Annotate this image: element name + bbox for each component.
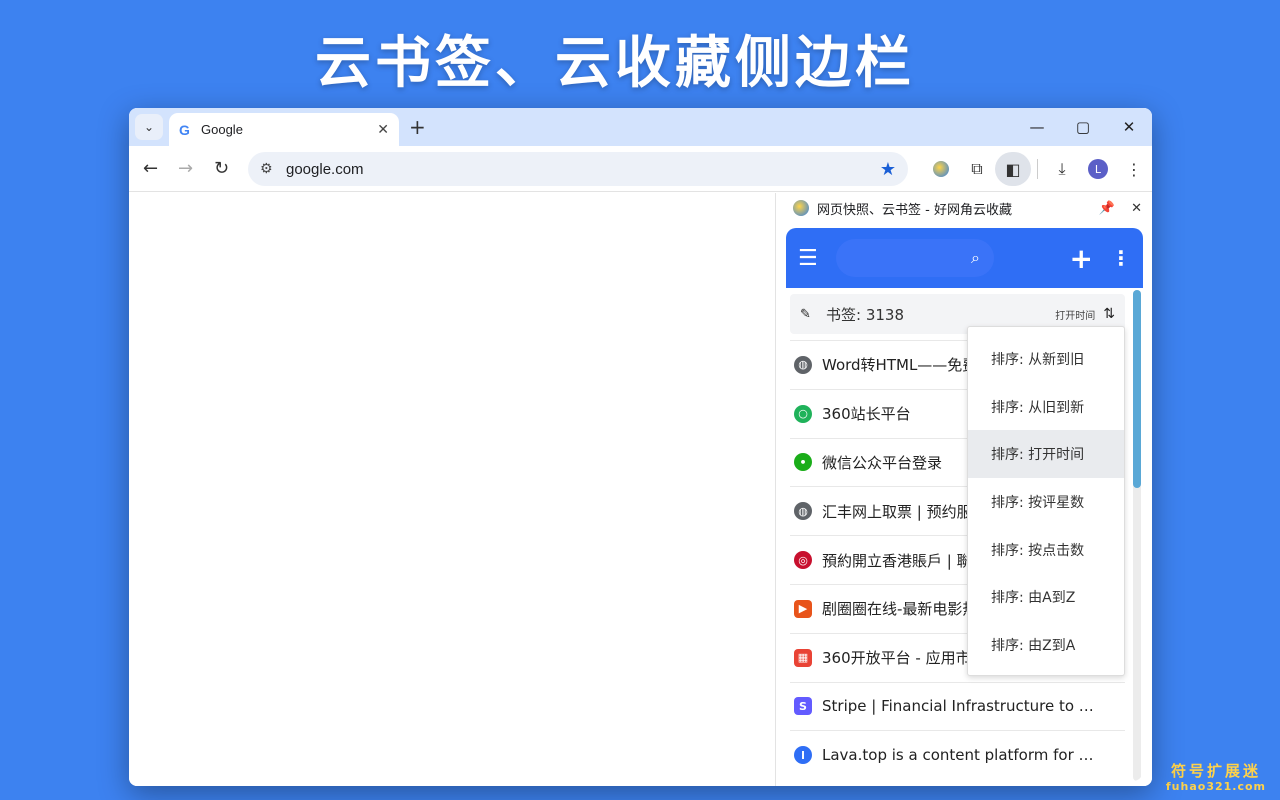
close-panel-icon[interactable]: ✕ xyxy=(1131,201,1142,216)
search-icon: ⌕ xyxy=(971,248,980,267)
extension-panel: ☰ ⌕ + ⋮ ✎ 书签: 3138 打开时间 ⇅ ◍ Word转HTML——免费… xyxy=(786,228,1143,781)
reload-icon[interactable]: ↻ xyxy=(214,158,229,179)
sort-menu-item[interactable]: 排序: 由A到Z xyxy=(968,573,1124,621)
window-controls: — ▢ ✕ xyxy=(1014,108,1152,146)
pin-icon[interactable]: 📌 xyxy=(1099,201,1115,216)
extension-topbar: ☰ ⌕ + ⋮ xyxy=(786,228,1143,288)
address-bar[interactable]: ⚙ google.com ★ xyxy=(248,152,908,186)
hamburger-menu-icon[interactable]: ☰ xyxy=(798,246,834,271)
sort-icon[interactable]: ⇅ xyxy=(1103,306,1115,322)
tab-search-button[interactable]: ⌄ xyxy=(135,114,163,140)
browser-window: ⌄ G Google ✕ + — ▢ ✕ ← → ↻ ⚙ google.com … xyxy=(129,108,1152,786)
toolbar-divider xyxy=(1037,159,1038,179)
stripe-icon: S xyxy=(794,697,812,716)
toolbar: ← → ↻ ⚙ google.com ★ ⧉ ◧ ⤓ L ⋮ xyxy=(129,146,1152,192)
google-icon: G xyxy=(179,121,190,138)
page-content-blank xyxy=(129,193,776,786)
maximize-button[interactable]: ▢ xyxy=(1060,108,1106,146)
close-window-button[interactable]: ✕ xyxy=(1106,108,1152,146)
tab-bar: ⌄ G Google ✕ + — ▢ ✕ xyxy=(129,108,1152,146)
sort-menu-item[interactable]: 排序: 由Z到A xyxy=(968,621,1124,669)
watermark-en: fuhao321.com xyxy=(1165,780,1266,793)
wechat-icon: • xyxy=(794,453,812,472)
sort-menu-item[interactable]: 排序: 从新到旧 xyxy=(968,335,1124,383)
menu-more-icon[interactable]: ⋮ xyxy=(1116,152,1152,186)
page-headline: 云书签、云收藏侧边栏 xyxy=(315,31,915,96)
sort-menu-item[interactable]: 排序: 按点击数 xyxy=(968,526,1124,574)
address-text[interactable]: google.com xyxy=(286,161,880,178)
360-icon: ○ xyxy=(794,404,812,423)
download-icon[interactable]: ⤓ xyxy=(1044,152,1080,186)
bookmark-item[interactable]: S Stripe | Financial Infrastructure to Gr… xyxy=(790,681,1125,731)
bookmark-title: Lava.top is a content platform for all c… xyxy=(822,746,1102,765)
close-tab-icon[interactable]: ✕ xyxy=(377,122,389,138)
minimize-button[interactable]: — xyxy=(1014,108,1060,146)
forward-arrow-icon[interactable]: → xyxy=(178,158,193,179)
edit-icon[interactable]: ✎ xyxy=(800,307,826,322)
bookmark-list-area: ✎ 书签: 3138 打开时间 ⇅ ◍ Word转HTML——免费 ○ 360站长平台… xyxy=(786,288,1143,781)
back-arrow-icon[interactable]: ← xyxy=(143,158,158,179)
bookmark-item[interactable]: l Lava.top is a content platform for all … xyxy=(790,730,1125,779)
side-panel: 网页快照、云书签 - 好网角云收藏 📌 ✕ ☰ ⌕ + ⋮ ✎ 书签: 3138… xyxy=(777,193,1152,786)
search-input[interactable]: ⌕ xyxy=(836,239,994,277)
side-panel-title: 网页快照、云书签 - 好网角云收藏 xyxy=(817,202,1012,218)
add-bookmark-button[interactable]: + xyxy=(1070,242,1093,275)
toolbar-icons: ⧉ ◧ ⤓ L ⋮ xyxy=(923,152,1152,186)
bookmark-count: 书签: 3138 xyxy=(826,305,904,324)
watermark: 符号扩展迷 fuhao321.com xyxy=(1165,762,1266,793)
bookmark-star-icon[interactable]: ★ xyxy=(880,159,896,180)
extensions-puzzle-icon[interactable]: ⧉ xyxy=(959,152,995,186)
sort-menu: 排序: 从新到旧 排序: 从旧到新 排序: 打开时间 排序: 按评星数 排序: 按点击数… xyxy=(967,326,1125,676)
profile-avatar[interactable]: L xyxy=(1080,152,1116,186)
extension-globe-icon[interactable] xyxy=(923,152,959,186)
globe-icon: ◍ xyxy=(794,502,812,521)
side-panel-icon[interactable]: ◧ xyxy=(995,152,1031,186)
scrollbar-thumb[interactable] xyxy=(1133,290,1141,488)
watermark-cn: 符号扩展迷 xyxy=(1170,762,1261,780)
film-icon: ▶ xyxy=(794,599,812,618)
grid-icon: ▦ xyxy=(794,648,812,667)
sort-menu-item[interactable]: 排序: 从旧到新 xyxy=(968,383,1124,431)
sort-label[interactable]: 打开时间 xyxy=(1055,307,1095,322)
more-options-icon[interactable]: ⋮ xyxy=(1111,246,1131,270)
tab-google[interactable]: G Google ✕ xyxy=(169,113,399,146)
extension-favicon-icon xyxy=(793,200,809,216)
sort-menu-item[interactable]: 排序: 打开时间 xyxy=(968,430,1124,479)
tab-title: Google xyxy=(201,122,243,137)
bookmark-title: Stripe | Financial Infrastructure to Gro… xyxy=(822,697,1102,716)
bank-icon: ◎ xyxy=(794,551,812,570)
sort-menu-item[interactable]: 排序: 按评星数 xyxy=(968,478,1124,526)
lava-icon: l xyxy=(794,746,812,765)
new-tab-button[interactable]: + xyxy=(409,115,426,139)
site-info-icon[interactable]: ⚙ xyxy=(260,161,286,177)
side-panel-header: 网页快照、云书签 - 好网角云收藏 📌 ✕ xyxy=(777,193,1152,223)
globe-icon: ◍ xyxy=(794,355,812,374)
